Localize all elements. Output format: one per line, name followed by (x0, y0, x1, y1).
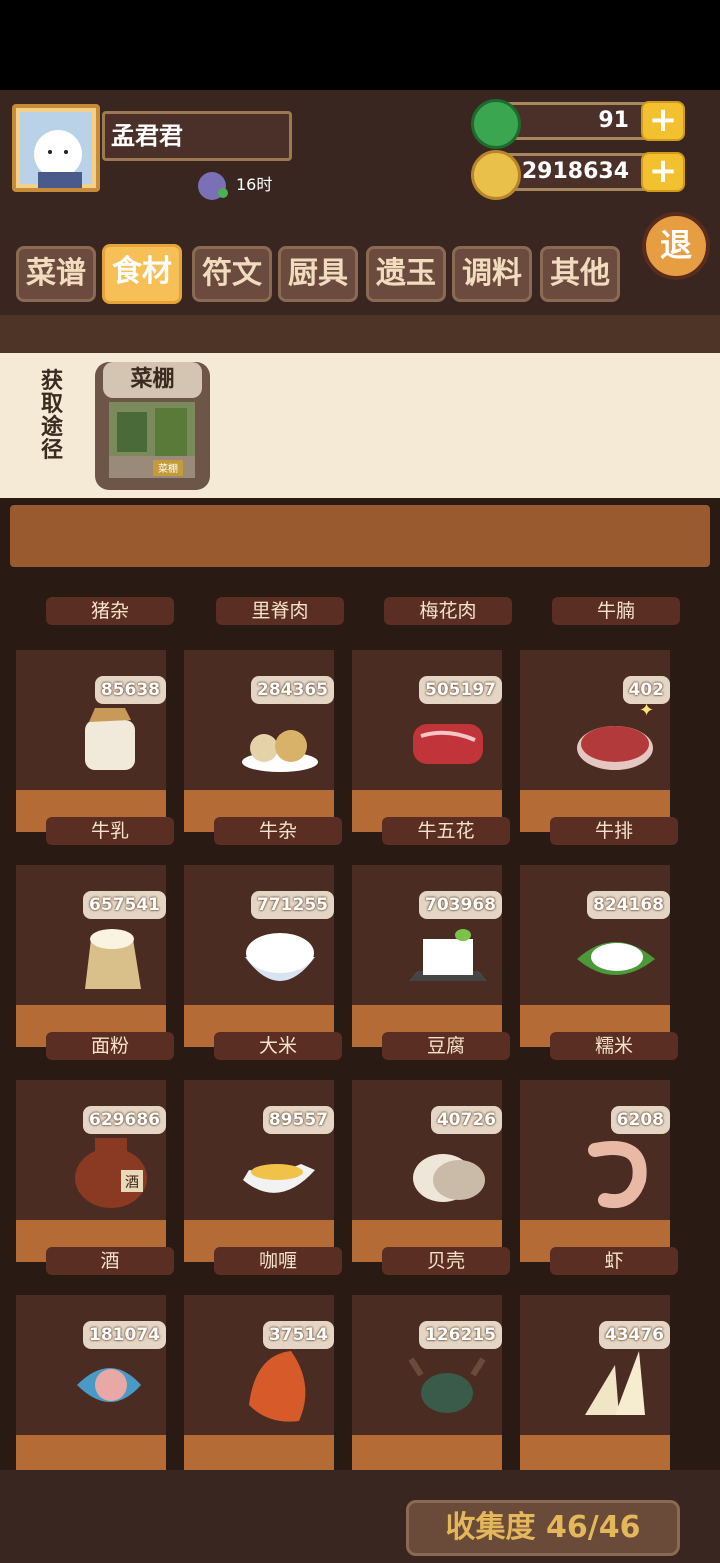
timer-text: 16时 (236, 175, 273, 194)
list-item[interactable]: 771255 大米 (184, 865, 342, 1065)
item-label: 牛杂 (214, 817, 342, 845)
jade-counter: 91 + (471, 99, 685, 149)
avatar-image (20, 112, 92, 188)
list-item[interactable]: 703968 豆腐 (352, 865, 510, 1065)
category-tabs: 菜谱 食材 符文 厨具 遗玉 调料 其他 (16, 244, 622, 304)
tab-recipes[interactable]: 菜谱 (16, 246, 96, 302)
list-item[interactable]: 126215 (352, 1295, 502, 1495)
source-card-title: 菜棚 (103, 362, 202, 398)
item-label: 牛乳 (46, 817, 174, 845)
item-label: 牛排 (550, 817, 678, 845)
character-timer-icon (198, 171, 228, 200)
offal-plate-icon (239, 700, 321, 782)
tab-runes[interactable]: 符文 (192, 246, 272, 302)
flour-sack-icon (71, 915, 153, 997)
tab-relic-jade[interactable]: 遗玉 (366, 246, 446, 302)
list-item[interactable]: 85638 牛乳 (16, 650, 174, 850)
coin-counter: 2918634 + (471, 150, 685, 200)
list-item[interactable]: 629686 酒酒 (16, 1080, 174, 1280)
add-coins-button[interactable]: + (641, 152, 685, 192)
fish-icon (71, 1345, 153, 1427)
red-fish-icon (239, 1345, 321, 1427)
item-label: 虾 (550, 1247, 678, 1275)
item-label: 里脊肉 (216, 597, 344, 625)
rice-bowl-icon (239, 915, 321, 997)
list-item[interactable]: 402 ✦ 牛排 (520, 650, 678, 850)
list-item[interactable]: 43476 (520, 1295, 670, 1495)
shark-fin-icon (575, 1345, 657, 1427)
tofu-icon (407, 915, 489, 997)
status-bar (0, 0, 720, 90)
jade-value: 91 (598, 108, 629, 133)
svg-text:✦: ✦ (639, 700, 654, 721)
list-item[interactable]: 824168 糯米 (520, 865, 678, 1065)
steak-icon: ✦ (575, 700, 657, 782)
coin-icon (471, 150, 521, 200)
coin-value: 2918634 (521, 159, 629, 184)
item-label: 咖喱 (214, 1247, 342, 1275)
wine-jar-icon: 酒 (71, 1130, 153, 1212)
list-item[interactable]: 657541 面粉 (16, 865, 174, 1065)
list-item[interactable]: 181074 (16, 1295, 166, 1495)
tab-kitchenware[interactable]: 厨具 (278, 246, 358, 302)
jade-icon (471, 99, 521, 149)
item-label: 梅花肉 (384, 597, 512, 625)
collection-progress: 收集度 46/46 (406, 1500, 680, 1556)
item-label: 面粉 (46, 1032, 174, 1060)
add-jade-button[interactable]: + (641, 101, 685, 141)
list-item[interactable]: 37514 (184, 1295, 334, 1495)
list-item[interactable]: 40726 贝壳 (352, 1080, 510, 1280)
milk-jar-icon (71, 700, 153, 782)
exit-button[interactable]: 退 (642, 212, 710, 280)
timer: 16时 (198, 170, 272, 200)
tab-ingredients[interactable]: 食材 (102, 244, 182, 304)
list-item[interactable]: 89557 咖喱 (184, 1080, 342, 1280)
item-label: 糯米 (550, 1032, 678, 1060)
tab-seasoning[interactable]: 调料 (452, 246, 532, 302)
item-label: 贝壳 (382, 1247, 510, 1275)
player-name: 孟君君 (102, 111, 292, 161)
item-label: 酒 (46, 1247, 174, 1275)
list-item[interactable]: 284365 牛杂 (184, 650, 342, 850)
glutinous-rice-icon (575, 915, 657, 997)
crab-icon (407, 1345, 489, 1427)
list-item[interactable]: 牛腩 (552, 430, 702, 630)
player-avatar[interactable] (12, 104, 100, 192)
item-label: 大米 (214, 1032, 342, 1060)
curry-boat-icon (239, 1130, 321, 1212)
item-label: 豆腐 (382, 1032, 510, 1060)
svg-text:酒: 酒 (125, 1175, 139, 1191)
tab-other[interactable]: 其他 (540, 246, 620, 302)
list-item[interactable]: 里脊肉 (216, 430, 366, 630)
item-label: 牛五花 (382, 817, 510, 845)
item-label: 猪杂 (46, 597, 174, 625)
beef-belly-icon (407, 700, 489, 782)
shrimp-icon (575, 1130, 657, 1212)
divider (0, 315, 720, 353)
list-item[interactable]: 505197 牛五花 (352, 650, 510, 850)
clam-icon (407, 1130, 489, 1212)
list-item[interactable]: 梅花肉 (384, 430, 534, 630)
list-item[interactable]: 6208 虾 (520, 1080, 678, 1280)
list-item[interactable]: 猪杂 (46, 430, 196, 630)
item-label: 牛腩 (552, 597, 680, 625)
